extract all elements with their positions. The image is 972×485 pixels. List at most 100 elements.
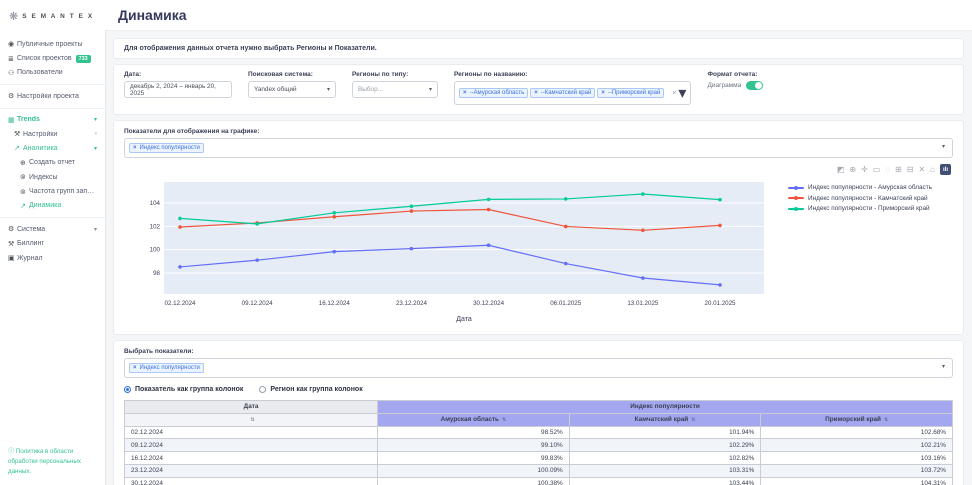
data-point[interactable]: [487, 208, 491, 212]
legend-dot-icon: [794, 186, 798, 190]
radio-metric-as-group[interactable]: Показатель как группа колонок: [124, 386, 243, 393]
sidebar-item-analytics[interactable]: ↗Аналитика▾: [0, 141, 105, 155]
legend-item[interactable]: Индекс популярности - Камчатский край: [788, 195, 932, 202]
legend-label: Индекс популярности - Амурская область: [808, 184, 932, 191]
data-point[interactable]: [255, 258, 259, 262]
sidebar-item-project-settings[interactable]: ⚙Настройки проекта: [0, 89, 105, 103]
data-point[interactable]: [255, 222, 259, 226]
autoscale-icon[interactable]: ✕: [918, 166, 925, 174]
selected-option-chip[interactable]: ×Индекс популярности: [129, 363, 204, 373]
brand-logo[interactable]: ❋ S E M A N T E X: [0, 0, 105, 31]
region-column-header[interactable]: Приморский край⇅: [761, 413, 953, 426]
pan-icon[interactable]: ✛: [861, 166, 868, 174]
remove-chip-icon[interactable]: ×: [133, 145, 137, 151]
sidebar-item-trends[interactable]: ▦Trends▾: [0, 113, 105, 127]
diagram-toggle[interactable]: [746, 81, 763, 90]
region-name-multiselect[interactable]: ×--Амурская область×--Камчатский край×--…: [454, 81, 691, 105]
clear-all-icon[interactable]: ×: [672, 90, 676, 97]
sidebar-item-users[interactable]: ⚇Пользователи: [0, 66, 105, 80]
data-point[interactable]: [410, 247, 414, 251]
date-cell: 23.12.2024: [125, 464, 378, 477]
data-point[interactable]: [641, 276, 645, 280]
data-point[interactable]: [564, 262, 568, 266]
selected-option-chip[interactable]: ×Индекс популярности: [129, 143, 204, 153]
data-point[interactable]: [332, 250, 336, 254]
data-point[interactable]: [410, 204, 414, 208]
data-point[interactable]: [487, 198, 491, 202]
data-point[interactable]: [718, 198, 722, 202]
table-row: 23.12.2024100.09%103.31%103.72%: [125, 464, 953, 477]
download-plot-icon[interactable]: ◩: [837, 166, 845, 174]
date-range-input[interactable]: декабрь 2, 2024 – январь 20, 2025: [124, 81, 232, 98]
value-cell: 99.10%: [378, 439, 570, 452]
search-engine-select[interactable]: Yandex общий ▾: [248, 81, 336, 98]
report-format-field: Формат отчета: Диаграмма: [707, 71, 763, 90]
y-tick-label: 102: [150, 223, 161, 230]
tools-icon: ⚒: [14, 130, 23, 138]
remove-chip-icon[interactable]: ×: [534, 90, 538, 96]
date-column-header[interactable]: Дата: [125, 401, 378, 414]
data-point[interactable]: [178, 265, 182, 269]
zoom-in-icon[interactable]: ⊞: [895, 166, 902, 174]
data-point[interactable]: [487, 243, 491, 247]
topbar: Динамика: [105, 0, 972, 31]
sidebar-item-journal[interactable]: ▣Журнал: [0, 251, 105, 265]
sidebar-item-query-group-frequency[interactable]: ⊚Частота групп запросов: [0, 184, 105, 198]
chevron-down-icon: ▾: [423, 86, 432, 93]
remove-chip-icon[interactable]: ×: [601, 90, 605, 96]
table-body: 02.12.202498.52%101.94%102.68%09.12.2024…: [125, 426, 953, 485]
zoom-icon[interactable]: ⊕: [849, 166, 856, 174]
selected-option-chip[interactable]: ×--Камчатский край: [530, 88, 595, 98]
remove-chip-icon[interactable]: ×: [133, 365, 137, 371]
plot-area[interactable]: [164, 182, 764, 294]
lasso-select-icon[interactable]: ◌: [885, 166, 890, 174]
chart-metrics-multiselect[interactable]: ×Индекс популярности▾: [124, 138, 953, 158]
data-point[interactable]: [410, 209, 414, 213]
data-point[interactable]: [718, 224, 722, 228]
region-column-header[interactable]: Камчатский край⇅: [569, 413, 761, 426]
line-chart[interactable]: 9810010210402.12.202409.12.202416.12.202…: [124, 176, 784, 328]
data-point[interactable]: [564, 225, 568, 229]
sidebar-item-public-projects[interactable]: ◉Публичные проекты: [0, 37, 105, 51]
data-point[interactable]: [564, 197, 568, 201]
sidebar-item-indexes[interactable]: ⊚Индексы: [0, 170, 105, 184]
remove-chip-icon[interactable]: ×: [463, 90, 467, 96]
sidebar-item-billing[interactable]: ⚒Биллинг: [0, 237, 105, 251]
eye-icon: ◉: [8, 40, 17, 48]
table-row: 30.12.2024100.38%103.44%104.31%: [125, 477, 953, 485]
sidebar-item-system[interactable]: ⚙Система▾: [0, 222, 105, 236]
privacy-policy-link[interactable]: ⓘ Политика в области обработки персональ…: [0, 441, 105, 485]
reset-axes-icon[interactable]: ⌂: [930, 166, 935, 174]
selected-option-chip[interactable]: ×--Приморский край: [597, 88, 664, 98]
region-column-header[interactable]: Амурская область⇅: [378, 413, 570, 426]
region-type-select[interactable]: Выбор... ▾: [352, 81, 438, 98]
data-point[interactable]: [641, 192, 645, 196]
date-sort-header[interactable]: ⇅: [125, 413, 378, 426]
list-icon: ≣: [8, 55, 17, 63]
sidebar-item-settings[interactable]: ⚒Настройки‹: [0, 127, 105, 141]
sidebar-item-create-report[interactable]: ⊕Создать отчет: [0, 156, 105, 170]
data-point[interactable]: [178, 225, 182, 229]
value-cell: 102.21%: [761, 439, 953, 452]
table-row: 02.12.202498.52%101.94%102.68%: [125, 426, 953, 439]
legend-item[interactable]: Индекс популярности - Приморский край: [788, 205, 932, 212]
legend-line-marker-icon: [788, 208, 804, 210]
data-point[interactable]: [718, 283, 722, 287]
sidebar-item-dynamics[interactable]: ↗Динамика: [0, 199, 105, 213]
selected-option-chip[interactable]: ×--Амурская область: [459, 88, 528, 98]
box-select-icon[interactable]: ▭: [873, 166, 881, 174]
sidebar-item-label: Биллинг: [17, 240, 44, 247]
table-metrics-multiselect[interactable]: ×Индекс популярности▾: [124, 358, 953, 378]
sidebar-item-label: Настройки: [23, 131, 57, 138]
legend-item[interactable]: Индекс популярности - Амурская область: [788, 184, 932, 191]
plotly-logo-icon[interactable]: ılı: [940, 164, 951, 175]
data-point[interactable]: [332, 211, 336, 215]
zoom-out-icon[interactable]: ⊟: [907, 166, 914, 174]
sidebar-item-label: Индексы: [29, 174, 58, 181]
data-point[interactable]: [332, 215, 336, 219]
data-point[interactable]: [641, 229, 645, 233]
radio-region-as-group[interactable]: Регион как группа колонок: [259, 386, 362, 393]
table-row: 09.12.202499.10%102.29%102.21%: [125, 439, 953, 452]
sidebar-item-project-list[interactable]: ≣Список проектов733: [0, 51, 105, 65]
data-point[interactable]: [178, 217, 182, 221]
